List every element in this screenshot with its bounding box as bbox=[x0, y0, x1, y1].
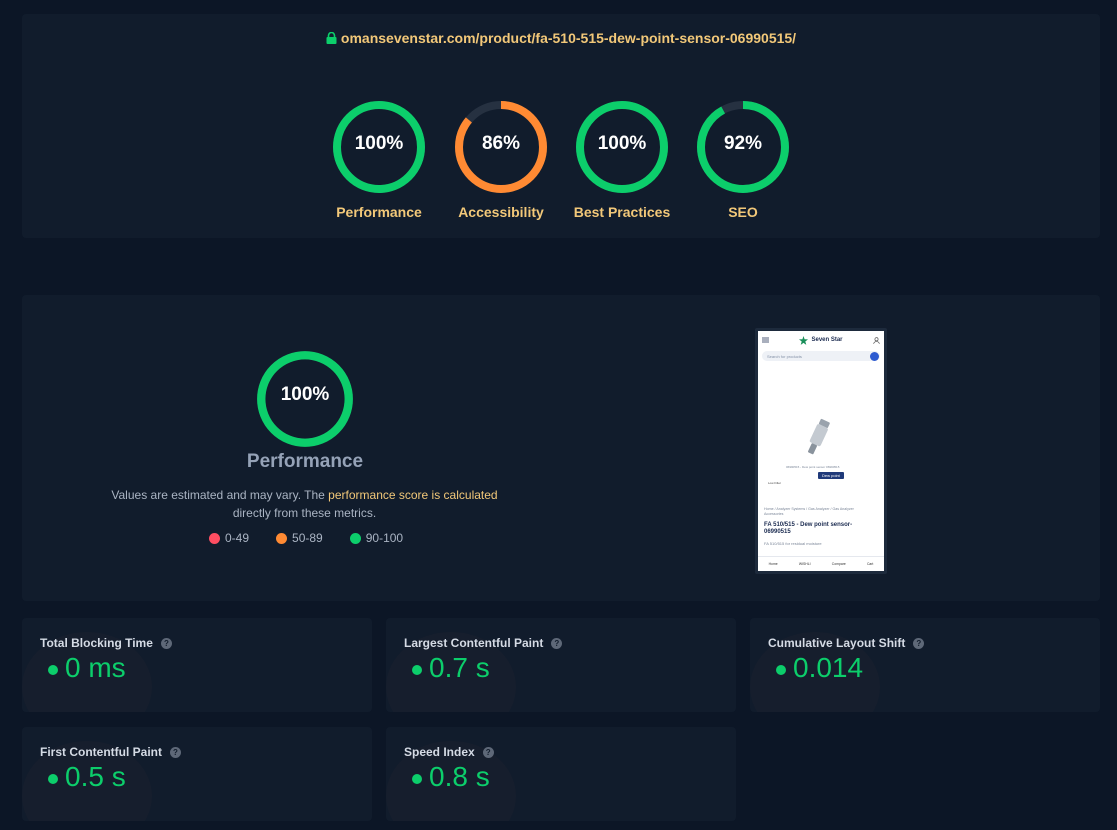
help-icon[interactable]: ? bbox=[551, 637, 563, 649]
metric-value-text: 0.8 s bbox=[429, 761, 490, 792]
metric-value-text: 0.5 s bbox=[65, 761, 126, 792]
performance-score: 100% bbox=[280, 384, 330, 405]
page-screenshot[interactable]: Seven Star Search for products 06990515 … bbox=[755, 328, 887, 574]
legend-item-average: 50-89 bbox=[276, 531, 323, 545]
note-prefix: Values are estimated and may vary. The bbox=[111, 488, 329, 502]
legend-label: 50-89 bbox=[292, 531, 323, 545]
metric-value: 0.5 s bbox=[48, 761, 126, 793]
status-dot bbox=[412, 665, 422, 675]
gauge-score: 92% bbox=[723, 133, 763, 154]
metric-label: Cumulative Layout Shift bbox=[768, 636, 906, 650]
gauge-label: Best Practices bbox=[573, 204, 671, 220]
gauge-score: 86% bbox=[481, 133, 521, 154]
hamburger-icon bbox=[762, 337, 769, 343]
metric-value: 0.014 bbox=[776, 652, 863, 684]
screenshot-badge: Dew point bbox=[818, 472, 844, 479]
screenshot-filter: Low Filter bbox=[768, 481, 782, 485]
metric-name: Total Blocking Time? bbox=[40, 636, 172, 650]
metric-total-blocking-time: Total Blocking Time? 0 ms bbox=[22, 618, 372, 712]
metric-name: Speed Index? bbox=[404, 745, 494, 759]
metric-value-text: 0 ms bbox=[65, 652, 126, 683]
gauge-label: Performance bbox=[336, 204, 422, 220]
metric-label: First Contentful Paint bbox=[40, 745, 162, 759]
status-dot bbox=[776, 665, 786, 675]
legend-dot bbox=[209, 532, 220, 544]
help-icon[interactable]: ? bbox=[170, 746, 181, 758]
screenshot-nav-item: Cart bbox=[866, 561, 874, 566]
screenshot-breadcrumb: Home / Analyzer Systems / Gas Analyzer /… bbox=[764, 507, 854, 516]
legend-item-good: 90-100 bbox=[349, 531, 404, 545]
score-calculator-link[interactable]: performance score is calculated bbox=[328, 488, 497, 502]
status-dot bbox=[412, 774, 422, 784]
metric-largest-contentful-paint: Largest Contentful Paint? 0.7 s bbox=[386, 618, 736, 712]
metric-name: Cumulative Layout Shift? bbox=[768, 636, 925, 650]
screenshot-search-placeholder: Search for products bbox=[767, 353, 802, 359]
gauge-label: SEO bbox=[728, 204, 758, 220]
screenshot-nav-item: Compare bbox=[831, 561, 846, 566]
metric-value-text: 0.014 bbox=[793, 652, 864, 683]
metric-label: Speed Index bbox=[404, 745, 475, 759]
status-dot bbox=[48, 774, 58, 784]
metric-value: 0.7 s bbox=[412, 652, 490, 684]
summary-card: omansevenstar.com/product/fa-510-515-dew… bbox=[22, 14, 1100, 238]
screenshot-nav-item: Home bbox=[768, 561, 778, 566]
lock-icon bbox=[326, 32, 337, 44]
gauge-accessibility[interactable]: 86% Accessibility bbox=[446, 99, 556, 220]
performance-title: Performance bbox=[246, 451, 364, 472]
screenshot-text: FA 510/515 for residual moisture bbox=[764, 541, 822, 546]
performance-gauge: 100% bbox=[255, 349, 355, 449]
screenshot-caption: 06990515 - Dew point sensor 06990515 bbox=[786, 465, 840, 469]
gauge-best-practices[interactable]: 100% Best Practices bbox=[567, 99, 677, 220]
product-image bbox=[808, 418, 830, 455]
help-icon[interactable]: ? bbox=[160, 637, 172, 649]
metric-value: 0 ms bbox=[48, 652, 126, 684]
metric-speed-index: Speed Index? 0.8 s bbox=[386, 727, 736, 821]
screenshot-bottom-nav: Home WISHLI Compare Cart bbox=[758, 556, 884, 571]
screenshot-product-title: FA 510/515 - Dew point sensor-06990515 bbox=[764, 522, 853, 535]
performance-card: 100% Performance Values are estimated an… bbox=[22, 295, 1100, 601]
screenshot-search: Search for products bbox=[762, 351, 880, 361]
legend-dot bbox=[276, 532, 288, 544]
gauge-label: Accessibility bbox=[458, 204, 544, 220]
search-icon bbox=[870, 351, 879, 361]
page-url[interactable]: omansevenstar.com/product/fa-510-515-dew… bbox=[22, 30, 1100, 46]
metric-name: Largest Contentful Paint? bbox=[404, 636, 563, 650]
legend-label: 0-49 bbox=[225, 531, 250, 545]
metric-name: First Contentful Paint? bbox=[40, 745, 181, 759]
metric-first-contentful-paint: First Contentful Paint? 0.5 s bbox=[22, 727, 372, 821]
legend-dot bbox=[349, 532, 361, 544]
metric-value: 0.8 s bbox=[412, 761, 490, 793]
star-logo-icon bbox=[799, 335, 809, 345]
gauge-performance[interactable]: 100% Performance bbox=[324, 99, 434, 220]
url-text: omansevenstar.com/product/fa-510-515-dew… bbox=[340, 30, 797, 46]
metric-cumulative-layout-shift: Cumulative Layout Shift? 0.014 bbox=[750, 618, 1100, 712]
performance-note: Values are estimated and may vary. The p… bbox=[102, 486, 507, 522]
screenshot-logo: Seven Star bbox=[799, 335, 843, 345]
screenshot-nav-item: WISHLI bbox=[798, 561, 811, 566]
legend-item-poor: 0-49 bbox=[209, 531, 249, 545]
gauge-seo[interactable]: 92% SEO bbox=[688, 99, 798, 220]
screenshot-brand: Seven Star bbox=[811, 337, 843, 343]
metric-label: Largest Contentful Paint bbox=[404, 636, 544, 650]
screenshot-header: Seven Star bbox=[758, 331, 884, 349]
metric-value-text: 0.7 s bbox=[429, 652, 490, 683]
help-icon[interactable]: ? bbox=[482, 746, 494, 758]
user-icon bbox=[873, 336, 880, 344]
legend-label: 90-100 bbox=[365, 531, 404, 545]
gauge-score: 100% bbox=[597, 133, 647, 154]
note-suffix: directly from these metrics. bbox=[232, 506, 377, 520]
gauge-score: 100% bbox=[354, 133, 404, 154]
metric-label: Total Blocking Time bbox=[40, 636, 153, 650]
score-legend: 0-49 50-89 90-100 bbox=[209, 531, 403, 545]
status-dot bbox=[48, 665, 58, 675]
help-icon[interactable]: ? bbox=[913, 637, 925, 649]
